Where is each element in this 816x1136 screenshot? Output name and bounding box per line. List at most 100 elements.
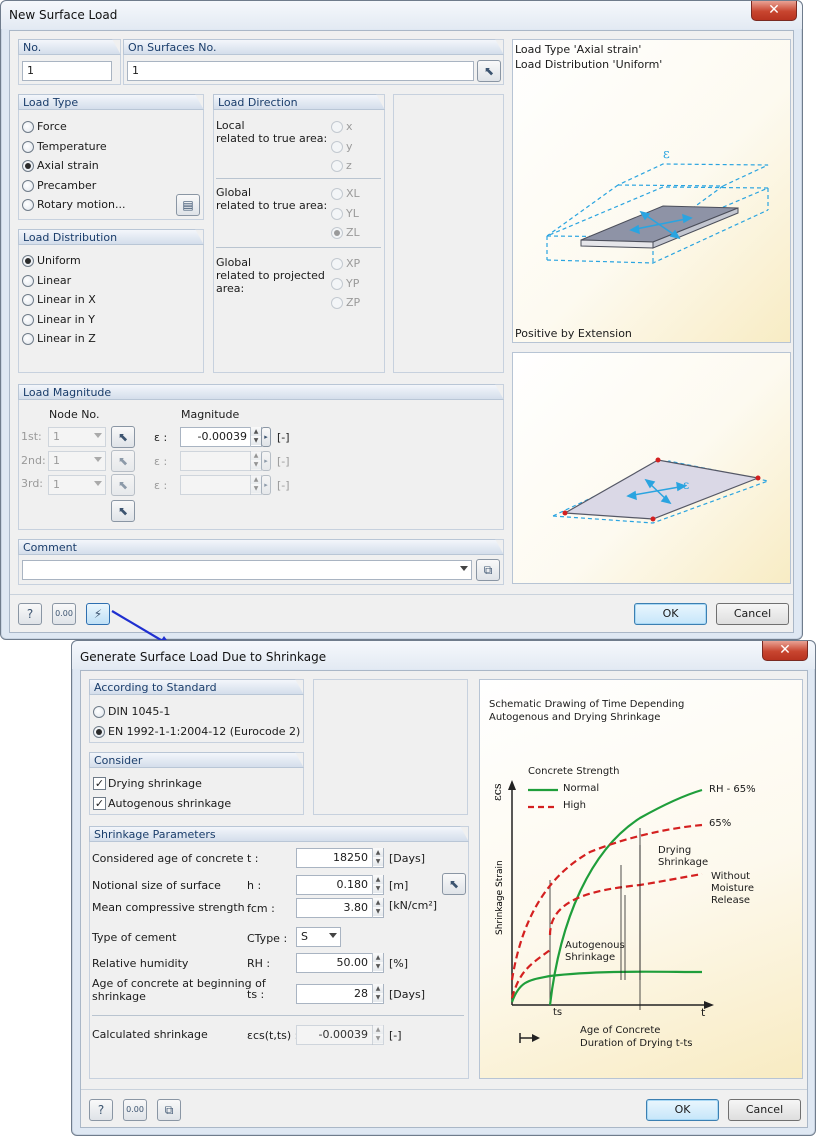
magnitude-1st-arrow[interactable]: ▸ xyxy=(261,427,271,447)
ok-button[interactable]: OK xyxy=(634,603,707,625)
load-direction-group: Load Direction Local related to true are… xyxy=(213,94,385,373)
export-icon: ⧉ xyxy=(164,1103,174,1117)
notional-size-spinner[interactable]: ▲ ▼ xyxy=(372,875,383,895)
cancel-button[interactable]: Cancel xyxy=(716,603,789,625)
side-empty-panel xyxy=(313,679,468,815)
help-button[interactable]: ? xyxy=(89,1099,113,1121)
dist-linear-x-radio[interactable] xyxy=(22,294,34,306)
drying-shrinkage-checkbox[interactable]: ✓ xyxy=(93,777,106,790)
load-type-temperature-label: Temperature xyxy=(37,140,107,153)
dir-zp-radio[interactable] xyxy=(331,297,343,309)
load-no-input[interactable]: 1 xyxy=(22,61,112,81)
pick-three-nodes-button[interactable]: ⬉ xyxy=(111,500,135,522)
magnitude-1st-spinner[interactable]: ▲ ▼ xyxy=(250,427,261,447)
row-1st-label: 1st: xyxy=(21,430,42,443)
no-group: No. 1 xyxy=(18,39,121,85)
relative-humidity-spinner[interactable]: ▲ ▼ xyxy=(372,953,383,973)
export-button[interactable]: ⧉ xyxy=(157,1099,181,1121)
load-type-axial-strain-radio[interactable] xyxy=(22,160,34,172)
help-button[interactable]: ? xyxy=(18,603,42,625)
magnitude-3rd-spinner[interactable]: ▲ ▼ xyxy=(250,475,261,495)
cement-type-select[interactable]: S xyxy=(296,927,341,947)
pick-node-3rd-button[interactable]: ⬉ xyxy=(111,474,135,496)
dist-linear-z-label: Linear in Z xyxy=(37,332,96,345)
select-surface-button[interactable]: ⬉ xyxy=(477,60,501,82)
close-button[interactable]: ✕ xyxy=(751,1,797,21)
preview-top-panel: Load Type 'Axial strain' Load Distributi… xyxy=(512,39,791,343)
epsilon-label: ε xyxy=(683,478,689,492)
pick-node-2nd-button[interactable]: ⬉ xyxy=(111,450,135,472)
dist-linear-z-radio[interactable] xyxy=(22,333,34,345)
notional-size-input[interactable]: 0.180 xyxy=(296,875,384,895)
close-button[interactable]: ✕ xyxy=(762,641,808,661)
ts-axis-label: ts xyxy=(553,1007,563,1018)
load-type-temperature-radio[interactable] xyxy=(22,141,34,153)
ok-button[interactable]: OK xyxy=(646,1099,719,1121)
dir-zl-radio[interactable] xyxy=(331,227,343,239)
magnitude-2nd-spinner[interactable]: ▲ ▼ xyxy=(250,451,261,471)
din-label: DIN 1045-1 xyxy=(108,705,171,718)
on-surfaces-input[interactable]: 1 xyxy=(127,61,474,81)
age-beginning-input[interactable]: 28 xyxy=(296,984,384,1004)
magnitude-label: Magnitude xyxy=(181,408,240,421)
din-radio[interactable] xyxy=(93,706,105,718)
dist-uniform-radio[interactable] xyxy=(22,255,34,267)
compressive-strength-spinner[interactable]: ▲ ▼ xyxy=(372,898,383,918)
dir-zl-label: ZL xyxy=(346,226,360,239)
shrinkage-graph-panel: Schematic Drawing of Time Depending Auto… xyxy=(479,679,803,1079)
magnitude-2nd-arrow[interactable]: ▸ xyxy=(261,451,271,471)
dist-linear-label: Linear xyxy=(37,274,72,287)
y-axis-symbol: εcs xyxy=(491,783,504,801)
load-direction-header: Load Direction xyxy=(213,94,385,110)
dir-y-label: y xyxy=(346,140,353,153)
comment-library-button[interactable]: ⧉ xyxy=(476,559,500,581)
title-bar: Generate Surface Load Due to Shrinkage ✕ xyxy=(72,641,815,669)
dir-z-radio[interactable] xyxy=(331,160,343,172)
cancel-button[interactable]: Cancel xyxy=(728,1099,801,1121)
comment-input[interactable] xyxy=(22,560,472,580)
load-type-force-radio[interactable] xyxy=(22,121,34,133)
load-type-rotary-radio[interactable] xyxy=(22,199,34,211)
age-of-concrete-input[interactable]: 18250 xyxy=(296,848,384,868)
dist-linear-y-radio[interactable] xyxy=(22,314,34,326)
pick-surface-button[interactable]: ⬉ xyxy=(442,873,466,895)
node-2nd-select[interactable]: 1 xyxy=(48,451,106,471)
age-axis-label-2: Duration of Drying t-ts xyxy=(580,1038,693,1049)
comment-group: Comment ⧉ xyxy=(18,539,504,585)
dir-yl-radio[interactable] xyxy=(331,208,343,220)
dir-yp-label: YP xyxy=(346,277,360,290)
pick-node-1st-button[interactable]: ⬉ xyxy=(111,426,135,448)
load-type-precamber-radio[interactable] xyxy=(22,180,34,192)
node-3rd-select[interactable]: 1 xyxy=(48,475,106,495)
epsilon-label: ε xyxy=(663,147,670,162)
dir-yp-radio[interactable] xyxy=(331,278,343,290)
units-button[interactable]: 0.00 xyxy=(123,1099,147,1121)
age-beginning-spinner[interactable]: ▲ ▼ xyxy=(372,984,383,1004)
dir-xl-label: XL xyxy=(346,187,360,200)
shrinkage-parameters-header: Shrinkage Parameters xyxy=(89,826,469,842)
units-button[interactable]: 0.00 xyxy=(52,603,76,625)
dist-linear-x-label: Linear in X xyxy=(37,293,96,306)
dir-xp-radio[interactable] xyxy=(331,258,343,270)
dist-linear-radio[interactable] xyxy=(22,275,34,287)
unit-1st-label: [-] xyxy=(277,431,290,444)
rotary-motion-edit-button[interactable]: ▤ xyxy=(176,194,200,216)
magnitude-3rd-arrow[interactable]: ▸ xyxy=(261,475,271,495)
relative-humidity-input[interactable]: 50.00 xyxy=(296,953,384,973)
compressive-strength-input[interactable]: 3.80 xyxy=(296,898,384,918)
load-type-precamber-label: Precamber xyxy=(37,179,97,192)
dir-xl-radio[interactable] xyxy=(331,188,343,200)
percent-unit: [%] xyxy=(389,957,409,970)
pick-icon: ⬉ xyxy=(117,430,129,444)
dir-y-radio[interactable] xyxy=(331,141,343,153)
dir-yl-label: YL xyxy=(346,207,359,220)
age-of-concrete-spinner[interactable]: ▲ ▼ xyxy=(372,848,383,868)
eurocode-radio[interactable] xyxy=(93,726,105,738)
node-1st-select[interactable]: 1 xyxy=(48,427,106,447)
autogenous-shrinkage-checkbox[interactable]: ✓ xyxy=(93,797,106,810)
dir-x-radio[interactable] xyxy=(331,121,343,133)
library-icon: ⧉ xyxy=(483,563,493,577)
kn-cm2-unit: [kN/cm²] xyxy=(389,899,438,912)
shrinkage-parameters-group: Shrinkage Parameters Considered age of c… xyxy=(89,826,469,1079)
shrinkage-dialog: Generate Surface Load Due to Shrinkage ✕… xyxy=(71,640,816,1136)
